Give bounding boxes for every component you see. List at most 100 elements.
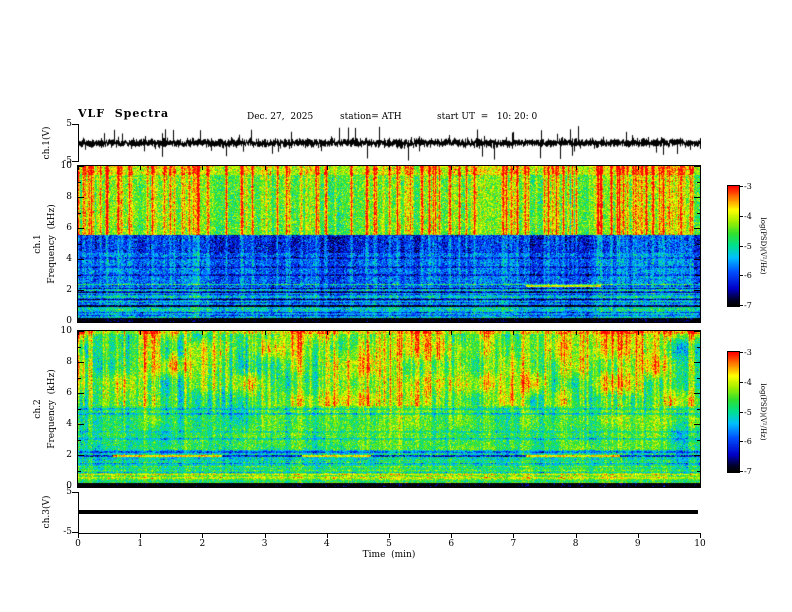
ch3-wave-ytick-label: 5 <box>66 487 72 497</box>
ch1-spec-ytick <box>694 166 700 167</box>
ch2-spec-ytick-minor <box>697 470 700 472</box>
ch1-spec-ytick <box>78 228 84 229</box>
spec-x-tick <box>140 318 142 322</box>
spec-x-tick <box>700 166 701 170</box>
spec-x-tick <box>513 166 515 170</box>
ch1-spec-ytick-minor <box>78 212 81 214</box>
spec-x-tick <box>637 166 639 170</box>
ch2-spec-ytick-label: 6 <box>66 388 72 398</box>
ch1-spec-ytick-label: 8 <box>66 192 72 202</box>
ch1-spec-ytick-minor <box>697 305 700 307</box>
time-axis-tick <box>140 533 142 538</box>
ch1-spec-ytick <box>78 321 84 322</box>
ch2-spec-ytick <box>694 362 700 363</box>
ch2-spec-ytick-minor <box>697 377 700 379</box>
ch2-spec-ytick-label: 10 <box>60 326 72 336</box>
ch1-spec-ytick-minor <box>697 243 700 245</box>
ch1-wave-ytick <box>72 124 78 125</box>
ch1-wave-ytick-label: -5 <box>63 156 72 166</box>
spec-x-tick <box>700 331 701 335</box>
ch1-spec-ytick-minor <box>697 181 700 183</box>
ch2-spec-ytick <box>78 362 84 363</box>
spec-x-tick <box>140 483 142 487</box>
station-label: station= ATH <box>340 112 402 122</box>
spec-x-tick <box>637 483 639 487</box>
spec-x-tick <box>326 331 328 335</box>
ch2-spec-ytick <box>694 486 700 487</box>
spec-x-tick <box>575 331 577 335</box>
colorbar-tick-label: -4 <box>744 212 752 221</box>
spec-x-tick <box>389 331 390 335</box>
ch2-channel-label: ch.2 <box>33 399 43 419</box>
time-tick-label: 10 <box>694 539 706 549</box>
ch2-spec-ytick-minor <box>78 470 81 472</box>
colorbar-tick-label: -3 <box>744 182 752 191</box>
colorbar-ch2-title: log(PSD)(V²/Hz) <box>759 383 767 441</box>
spec-x-tick <box>202 166 204 170</box>
spec-x-tick <box>389 166 390 170</box>
ch3-voltage-axis-label: ch.3(V) <box>42 495 52 529</box>
colorbar-tick <box>739 382 743 383</box>
ch2-spec-ytick <box>694 424 700 425</box>
time-tick-label: 7 <box>510 539 517 549</box>
ch2-spec-ytick <box>78 424 84 425</box>
ch1-spec-ytick-label: 4 <box>66 254 72 264</box>
colorbar-tick <box>739 471 743 472</box>
time-axis-tick <box>202 533 204 538</box>
spec-x-tick <box>451 318 453 322</box>
ch1-waveform-canvas <box>79 124 701 162</box>
ch2-spec-ytick-minor <box>78 377 81 379</box>
colorbar-tick <box>739 412 743 413</box>
colorbar-tick <box>739 186 743 187</box>
ch1-spec-ytick-minor <box>78 181 81 183</box>
ch3-flatline-trace <box>78 510 698 514</box>
ch1-wave-ytick <box>72 161 78 162</box>
ch3-wave-axis-line <box>78 492 79 533</box>
spec-x-tick <box>451 331 453 335</box>
ch1-spectrogram-canvas <box>77 165 701 323</box>
colorbar-tick <box>739 305 743 306</box>
spec-x-tick <box>513 483 515 487</box>
time-tick-label: 3 <box>261 539 268 549</box>
date-label: Dec. 27, 2025 <box>247 112 314 122</box>
ch1-channel-label: ch.1 <box>33 234 43 254</box>
spec-x-tick <box>513 331 515 335</box>
spec-x-tick <box>575 483 577 487</box>
ch2-spec-ytick <box>78 331 84 332</box>
colorbar-tick-label: -6 <box>744 271 752 280</box>
time-tick-label: 0 <box>75 539 81 549</box>
ch1-spec-ytick <box>694 197 700 198</box>
spec-x-tick <box>326 166 328 170</box>
ch2-frequency-axis-label: Frequency (kHz) <box>47 369 57 449</box>
ch1-spec-ytick-label: 2 <box>66 285 72 295</box>
figure-title: VLF Spectra <box>78 107 170 120</box>
ch2-spec-ytick-label: 8 <box>66 357 72 367</box>
spec-x-tick <box>700 318 701 322</box>
ch1-spec-ytick-label: 6 <box>66 223 72 233</box>
ch1-spec-ytick-minor <box>697 212 700 214</box>
ch2-spec-ytick <box>694 393 700 394</box>
colorbar-tick-label: -5 <box>744 242 752 251</box>
vlf-spectra-figure: VLF Spectra Dec. 27, 2025 station= ATH s… <box>0 0 792 612</box>
ch2-spectrogram-canvas <box>77 330 701 488</box>
spec-x-tick <box>264 166 266 170</box>
ch3-wave-ytick <box>72 532 78 533</box>
ch1-spec-ytick <box>694 228 700 229</box>
ch2-spec-ytick <box>694 331 700 332</box>
time-tick-label: 6 <box>448 539 455 549</box>
spec-x-tick <box>451 166 453 170</box>
time-tick-label: 9 <box>634 539 641 549</box>
start-ut-label: start UT = 10: 20: 0 <box>437 112 538 122</box>
ch1-voltage-axis-label: ch.1(V) <box>42 126 52 160</box>
colorbar-tick-label: -6 <box>744 437 752 446</box>
time-tick-label: 5 <box>386 539 392 549</box>
ch2-spec-ytick-minor <box>697 439 700 441</box>
spec-x-tick <box>202 483 204 487</box>
time-tick-label: 1 <box>137 539 144 549</box>
ch1-spec-ytick <box>694 290 700 291</box>
time-axis-tick <box>700 533 701 538</box>
colorbar-tick <box>739 441 743 442</box>
ch1-spec-ytick-label: 0 <box>66 316 72 326</box>
colorbar-tick-label: -5 <box>744 408 752 417</box>
ch2-spec-ytick-minor <box>697 346 700 348</box>
